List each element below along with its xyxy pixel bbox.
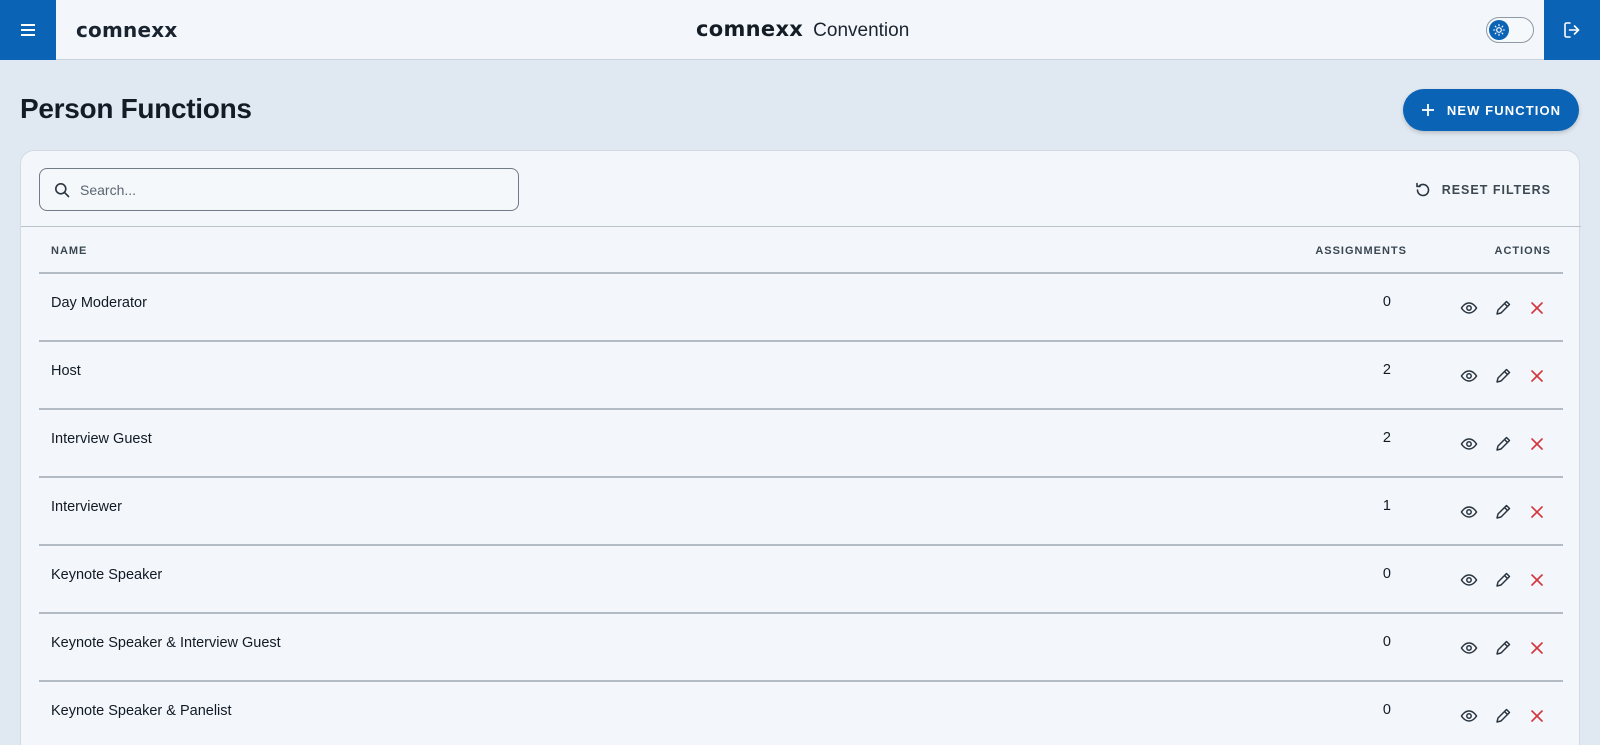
column-header-actions: ACTIONS: [1494, 245, 1551, 257]
delete-button[interactable]: [1527, 570, 1547, 590]
reset-filters-label: RESET FILTERS: [1441, 183, 1551, 197]
search-input[interactable]: [80, 181, 480, 198]
row-actions: [1459, 570, 1547, 590]
row-actions: [1459, 638, 1547, 658]
search-icon: [55, 182, 70, 197]
pencil-icon: [1496, 572, 1511, 587]
sun-icon: [1493, 24, 1505, 36]
row-name: Interviewer: [51, 499, 122, 515]
close-icon: [1531, 574, 1543, 586]
eye-icon: [1460, 642, 1478, 654]
close-icon: [1531, 506, 1543, 518]
edit-button[interactable]: [1493, 706, 1513, 726]
product-name: Convention: [813, 20, 910, 41]
pencil-icon: [1496, 640, 1511, 655]
column-header-name[interactable]: NAME: [51, 245, 87, 257]
logout-icon: [1564, 22, 1580, 38]
row-name: Keynote Speaker: [51, 567, 163, 583]
eye-icon: [1460, 438, 1478, 450]
pencil-icon: [1496, 368, 1511, 383]
edit-button[interactable]: [1493, 298, 1513, 318]
row-name: Interview Guest: [51, 431, 152, 447]
eye-icon: [1460, 506, 1478, 518]
row-actions: [1459, 502, 1547, 522]
close-icon: [1531, 370, 1543, 382]
delete-button[interactable]: [1527, 706, 1547, 726]
row-assignments: 1: [1382, 498, 1391, 514]
new-function-button[interactable]: NEW FUNCTION: [1403, 89, 1579, 131]
eye-icon: [1460, 370, 1478, 382]
pencil-icon: [1496, 436, 1511, 451]
row-assignments: 0: [1382, 634, 1391, 650]
eye-icon: [1460, 574, 1478, 586]
new-function-label: NEW FUNCTION: [1446, 102, 1562, 118]
row-name: Host: [51, 363, 81, 379]
edit-button[interactable]: [1493, 434, 1513, 454]
table-body: Day Moderator 0 Host 2 Interview Guest 2: [39, 272, 1563, 745]
view-button[interactable]: [1459, 366, 1479, 386]
pencil-icon: [1496, 300, 1511, 315]
reset-filters-button[interactable]: RESET FILTERS: [1414, 181, 1551, 199]
table-row: Interviewer 1: [39, 476, 1563, 544]
column-header-assignments[interactable]: ASSIGNMENTS: [1315, 245, 1407, 257]
row-name: Keynote Speaker & Interview Guest: [51, 635, 281, 651]
pencil-icon: [1496, 504, 1511, 519]
delete-button[interactable]: [1527, 638, 1547, 658]
row-actions: [1459, 434, 1547, 454]
table-row: Keynote Speaker 0: [39, 544, 1563, 612]
brand-logo-text: comnexx: [696, 17, 804, 41]
delete-button[interactable]: [1527, 502, 1547, 522]
close-icon: [1531, 302, 1543, 314]
row-assignments: 0: [1382, 566, 1391, 582]
edit-button[interactable]: [1493, 570, 1513, 590]
row-actions: [1459, 298, 1547, 318]
hamburger-icon: [21, 24, 35, 36]
row-assignments: 2: [1382, 430, 1391, 446]
eye-icon: [1460, 710, 1478, 722]
row-assignments: 0: [1382, 702, 1391, 718]
delete-button[interactable]: [1527, 366, 1547, 386]
row-name: Day Moderator: [51, 295, 147, 311]
view-button[interactable]: [1459, 298, 1479, 318]
brand-name: comnexx: [76, 18, 178, 42]
close-icon: [1531, 642, 1543, 654]
reset-icon: [1415, 182, 1429, 197]
table-row: Keynote Speaker & Interview Guest 0: [39, 612, 1563, 680]
logout-button[interactable]: [1544, 0, 1600, 60]
row-actions: [1459, 366, 1547, 386]
table-row: Interview Guest 2: [39, 408, 1563, 476]
edit-button[interactable]: [1493, 638, 1513, 658]
view-button[interactable]: [1459, 638, 1479, 658]
top-bar: comnexx comnexx Convention: [0, 0, 1600, 60]
close-icon: [1531, 438, 1543, 450]
table-row: Keynote Speaker & Panelist 0: [39, 680, 1563, 745]
view-button[interactable]: [1459, 570, 1479, 590]
row-name: Keynote Speaker & Panelist: [51, 703, 232, 719]
edit-button[interactable]: [1493, 366, 1513, 386]
toolbar-divider: [21, 226, 1581, 227]
table-row: Host 2: [39, 340, 1563, 408]
app-logo: comnexx Convention: [696, 17, 909, 42]
delete-button[interactable]: [1527, 298, 1547, 318]
close-icon: [1531, 710, 1543, 722]
row-assignments: 2: [1382, 362, 1391, 378]
delete-button[interactable]: [1527, 434, 1547, 454]
plus-icon: [1421, 104, 1434, 116]
view-button[interactable]: [1459, 706, 1479, 726]
row-assignments: 0: [1382, 294, 1391, 310]
eye-icon: [1460, 302, 1478, 314]
view-button[interactable]: [1459, 502, 1479, 522]
pencil-icon: [1496, 708, 1511, 723]
menu-button[interactable]: [0, 0, 56, 60]
table-row: Day Moderator 0: [39, 272, 1563, 340]
page-title: Person Functions: [20, 93, 252, 124]
functions-card: RESET FILTERS NAME ASSIGNMENTS ACTIONS D…: [20, 150, 1581, 745]
theme-toggle[interactable]: [1486, 17, 1534, 43]
edit-button[interactable]: [1493, 502, 1513, 522]
view-button[interactable]: [1459, 434, 1479, 454]
row-actions: [1459, 706, 1547, 726]
toggle-knob: [1489, 20, 1509, 40]
search-field[interactable]: [39, 168, 519, 211]
